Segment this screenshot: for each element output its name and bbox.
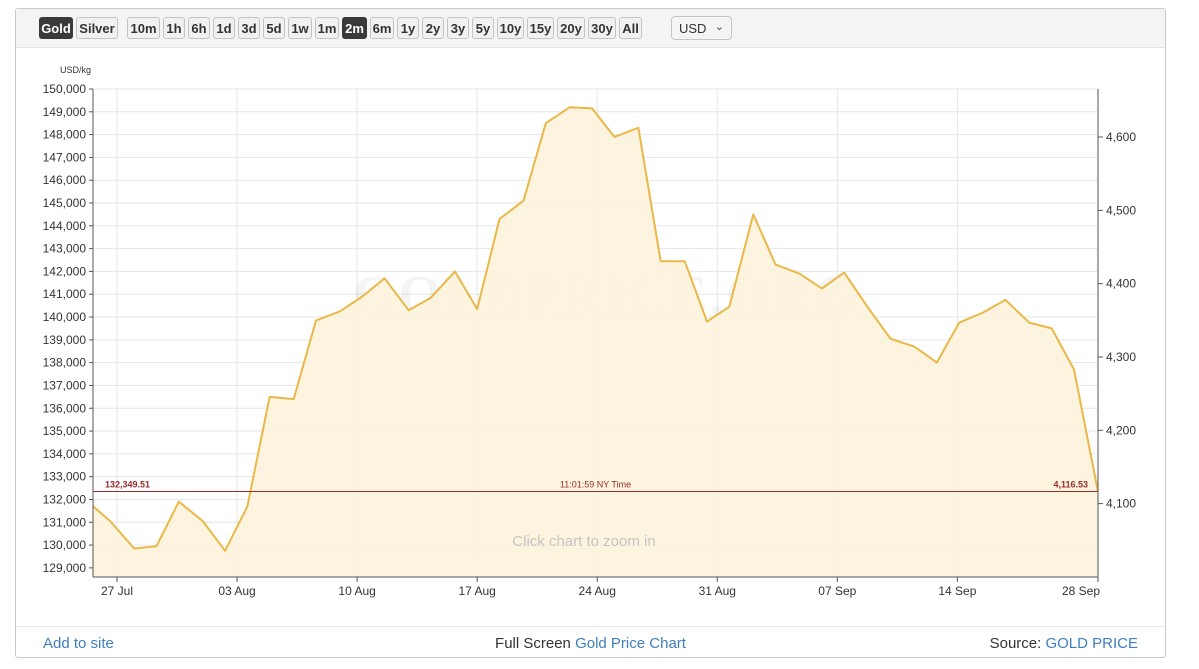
y-left-tick-label: 137,000 [43, 378, 87, 392]
data-point [383, 277, 385, 279]
chart-widget: Gold Silver 10m 1h 6h 1d 3d 5d 1w 1m 2m 6m 1y 2y 3y 5y 1… [15, 8, 1166, 658]
data-point [1028, 322, 1030, 324]
y-right-tick-label: 4,100 [1106, 497, 1136, 511]
x-tick-label: 03 Aug [218, 584, 255, 598]
x-tick-label: 31 Aug [699, 584, 736, 598]
x-tick-label: 07 Sep [818, 584, 856, 598]
y-right-tick-label: 4,400 [1106, 277, 1136, 291]
data-point [706, 320, 708, 322]
y-left-tick-label: 132,000 [43, 492, 87, 506]
data-point [660, 260, 662, 262]
data-point [684, 260, 686, 262]
x-tick-label: 24 Aug [579, 584, 616, 598]
x-tick-label: 10 Aug [338, 584, 375, 598]
y-left-tick-label: 135,000 [43, 424, 87, 438]
y-left-tick-label: 134,000 [43, 447, 87, 461]
y-left-tick-label: 144,000 [43, 219, 87, 233]
y-left-tick-label: 143,000 [43, 242, 87, 256]
current-time-label: 11:01:59 NY Time [560, 479, 631, 489]
data-point [982, 311, 984, 313]
data-point [361, 295, 363, 297]
data-point [1051, 327, 1053, 329]
data-point [867, 307, 869, 309]
data-point [476, 308, 478, 310]
data-point [454, 270, 456, 272]
x-tick-label: 14 Sep [938, 584, 976, 598]
y-right-tick-label: 4,200 [1106, 423, 1136, 437]
data-point [178, 501, 180, 503]
data-point [498, 218, 500, 220]
y-left-tick-label: 141,000 [43, 287, 87, 301]
data-point [109, 520, 111, 522]
price-chart[interactable]: GOLDPRICE.ORG 129,000130,000131,000132,0… [16, 9, 1167, 626]
data-point [133, 547, 135, 549]
y-right-tick-label: 4,300 [1106, 350, 1136, 364]
data-point [545, 122, 547, 124]
data-point [246, 505, 248, 507]
data-point [339, 310, 341, 312]
x-tick-label: 17 Aug [458, 584, 495, 598]
data-point [843, 271, 845, 273]
data-point [913, 346, 915, 348]
footer: Add to site Full Screen Gold Price Chart… [16, 626, 1165, 657]
y-left-tick-label: 139,000 [43, 333, 87, 347]
y-left-tick-label: 145,000 [43, 196, 87, 210]
data-point [774, 263, 776, 265]
y-left-tick-label: 142,000 [43, 264, 87, 278]
x-tick-label: 28 Sep [1062, 584, 1100, 598]
data-point [202, 520, 204, 522]
source-link[interactable]: GOLD PRICE [1045, 635, 1138, 652]
y-left-tick-label: 133,000 [43, 470, 87, 484]
data-point [889, 338, 891, 340]
y-left-tick-label: 130,000 [43, 538, 87, 552]
data-point [407, 309, 409, 311]
data-point [1073, 368, 1075, 370]
data-point [613, 136, 615, 138]
y-right-tick-label: 4,500 [1106, 203, 1136, 217]
data-point [1004, 299, 1006, 301]
data-point [268, 396, 270, 398]
y-left-tick-label: 138,000 [43, 356, 87, 370]
data-point [315, 319, 317, 321]
y-left-tick-label: 131,000 [43, 515, 87, 529]
data-point [728, 306, 730, 308]
gold-price-chart-link[interactable]: Gold Price Chart [575, 635, 686, 652]
data-point [522, 200, 524, 202]
data-point [224, 550, 226, 552]
y-unit-label: USD/kg [60, 65, 91, 75]
full-screen-prefix: Full Screen [495, 635, 576, 652]
y-left-tick-label: 129,000 [43, 561, 87, 575]
x-tick-label: 27 Jul [101, 584, 133, 598]
y-left-tick-label: 146,000 [43, 173, 87, 187]
data-point [591, 107, 593, 109]
data-point [637, 127, 639, 129]
current-price-right-label: 4,116.53 [1053, 479, 1088, 489]
data-point [155, 545, 157, 547]
data-point [821, 287, 823, 289]
data-point [293, 398, 295, 400]
y-left-tick-label: 148,000 [43, 128, 87, 142]
zoom-hint: Click chart to zoom in [512, 533, 655, 550]
y-left-tick-label: 140,000 [43, 310, 87, 324]
data-point [430, 297, 432, 299]
data-point [958, 322, 960, 324]
y-left-tick-label: 150,000 [43, 82, 87, 96]
data-point [569, 106, 571, 108]
data-point [936, 361, 938, 363]
source-prefix: Source: [989, 635, 1046, 652]
y-left-tick-label: 149,000 [43, 105, 87, 119]
data-point [798, 273, 800, 275]
data-point [752, 213, 754, 215]
source-text: Source: GOLD PRICE [990, 635, 1138, 652]
y-left-tick-label: 147,000 [43, 150, 87, 164]
current-price-left-label: 132,349.51 [105, 479, 150, 489]
y-left-tick-label: 136,000 [43, 401, 87, 415]
y-right-tick-label: 4,600 [1106, 130, 1136, 144]
